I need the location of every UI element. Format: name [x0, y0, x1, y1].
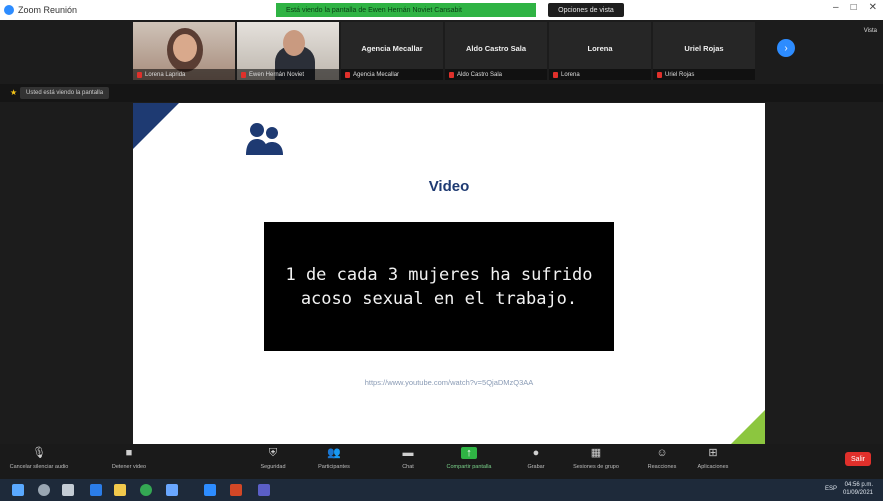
teams-icon[interactable]	[258, 484, 270, 496]
participant-name: Agencia Mecallar	[353, 71, 400, 78]
maximize-button[interactable]: □	[851, 2, 857, 13]
windows-start-icon[interactable]	[12, 484, 24, 496]
meeting-toolbar: 🎙 Cancelar silenciar audio ■ Detener vid…	[0, 444, 883, 479]
share-screen-icon: ↑	[461, 447, 477, 459]
video-link[interactable]: https://www.youtube.com/watch?v=5QjaDMzQ…	[133, 378, 765, 387]
star-icon: ★	[10, 88, 18, 97]
mic-muted-icon	[241, 71, 246, 78]
store-icon[interactable]	[166, 484, 178, 496]
minimize-button[interactable]: –	[833, 2, 839, 13]
participant-strip: Lorena Laprida Ewen Hernán Noviet Agenci…	[0, 20, 883, 82]
edge-icon[interactable]	[90, 484, 102, 496]
clock-date: 01/09/2021	[842, 490, 873, 496]
participants-button[interactable]: 👥 Participantes	[303, 447, 365, 477]
share-banner-text: Está viendo la pantalla de Ewen Hernán N…	[286, 6, 462, 14]
participants-icon: 👥	[327, 447, 341, 459]
clock-time: 04:56 p.m.	[844, 482, 873, 488]
mic-muted-icon	[345, 71, 350, 78]
participant-face	[283, 30, 305, 56]
participant-name: Aldo Castro Sala	[457, 71, 503, 78]
shared-slide: Video 1 de cada 3 mujeres ha sufrido aco…	[133, 103, 765, 444]
security-button[interactable]: ⛨ Seguridad	[242, 447, 304, 477]
participant-display-name: Lorena	[587, 44, 613, 53]
breakout-rooms-button[interactable]: ▦ Sesiones de grupo	[565, 447, 627, 477]
clock[interactable]: 04:56 p.m. 01/09/2021	[843, 481, 873, 497]
apps-button[interactable]: ⊞ Aplicaciones	[682, 447, 744, 477]
participant-display-name: Uriel Rojas	[684, 44, 724, 53]
shield-icon: ⛨	[268, 447, 278, 459]
video-embed[interactable]: 1 de cada 3 mujeres ha sufrido acoso sex…	[264, 222, 614, 351]
windows-taskbar: ESP 04:56 p.m. 01/09/2021	[0, 479, 883, 501]
view-button[interactable]: Vista	[864, 28, 877, 34]
chat-button[interactable]: ▬ Chat	[377, 447, 439, 477]
mic-muted-icon	[449, 71, 454, 78]
slide-corner-decoration	[133, 103, 179, 149]
language-indicator[interactable]: ESP	[825, 486, 837, 492]
participant-tile[interactable]: Ewen Hernán Noviet	[237, 22, 339, 80]
participant-face	[173, 34, 197, 62]
title-bar: Zoom Reunión Está viendo la pantalla de …	[0, 0, 883, 20]
share-screen-button[interactable]: ↑ Compartir pantalla	[438, 447, 500, 477]
people-icon	[246, 123, 283, 155]
chevron-right-icon[interactable]: ›	[777, 39, 795, 57]
window-controls: – □ ✕	[833, 2, 877, 13]
breakout-rooms-icon: ▦	[590, 447, 602, 459]
presenter-label: Usted está viendo la pantalla	[26, 90, 104, 96]
participant-name: Lorena	[561, 71, 580, 78]
stop-video-button[interactable]: ■ Detener video	[98, 447, 160, 477]
record-icon: ●	[532, 447, 540, 459]
participant-tile[interactable]: Uriel Rojas Uriel Rojas	[653, 22, 755, 80]
task-view-icon[interactable]	[62, 484, 74, 496]
participant-tile[interactable]: Agencia Mecallar Agencia Mecallar	[341, 22, 443, 80]
system-tray: ESP 04:56 p.m. 01/09/2021	[825, 481, 873, 497]
participant-display-name: Aldo Castro Sala	[465, 44, 526, 53]
slide-title: Video	[428, 178, 470, 195]
zoom-icon[interactable]	[204, 484, 216, 496]
powerpoint-icon[interactable]	[230, 484, 242, 496]
reactions-icon: ☺	[656, 447, 668, 459]
file-explorer-icon[interactable]	[114, 484, 126, 496]
mic-muted-icon	[657, 71, 662, 78]
participant-name: Uriel Rojas	[665, 71, 695, 78]
zoom-logo-icon	[4, 5, 14, 15]
apps-icon: ⊞	[708, 447, 718, 459]
mic-muted-icon	[553, 71, 558, 78]
zoom-window: Zoom Reunión Está viendo la pantalla de …	[0, 0, 883, 501]
participant-name: Ewen Hernán Noviet	[249, 71, 305, 78]
slide-corner-decoration	[731, 410, 765, 444]
search-icon[interactable]	[38, 484, 50, 496]
presenter-pill[interactable]: Usted está viendo la pantalla	[20, 87, 110, 99]
video-caption: 1 de cada 3 mujeres ha sufrido acoso sex…	[285, 264, 593, 309]
close-button[interactable]: ✕	[869, 2, 877, 13]
participant-tile[interactable]: Lorena Laprida	[133, 22, 235, 80]
chrome-icon[interactable]	[140, 484, 152, 496]
unmute-button[interactable]: 🎙 Cancelar silenciar audio	[8, 447, 70, 477]
video-camera-icon: ■	[125, 447, 133, 459]
participant-tile[interactable]: Lorena Lorena	[549, 22, 651, 80]
view-options-button[interactable]: Opciones de vista	[548, 3, 624, 17]
participant-display-name: Agencia Mecallar	[361, 44, 423, 53]
presenter-bar: ★ Usted está viendo la pantalla	[0, 84, 883, 102]
participant-name: Lorena Laprida	[145, 71, 186, 78]
record-button[interactable]: ● Grabar	[505, 447, 567, 477]
window-title: Zoom Reunión	[18, 5, 78, 15]
chat-icon: ▬	[402, 447, 414, 459]
mic-muted-icon	[137, 71, 142, 78]
microphone-icon: 🎙	[32, 447, 46, 459]
screen-share-banner: Está viendo la pantalla de Ewen Hernán N…	[276, 3, 536, 17]
participant-tile[interactable]: Aldo Castro Sala Aldo Castro Sala	[445, 22, 547, 80]
leave-meeting-button[interactable]: Salir	[845, 452, 871, 466]
